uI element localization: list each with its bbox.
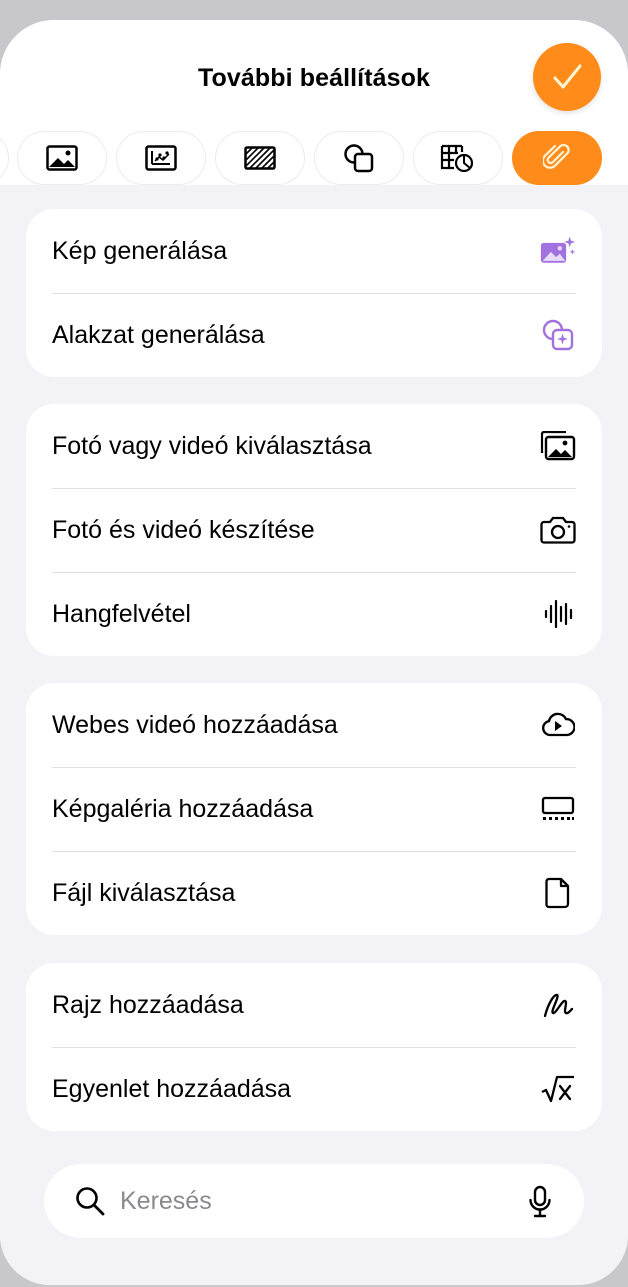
camera-icon xyxy=(540,512,576,548)
tab-table-chart[interactable] xyxy=(413,131,503,185)
scribble-icon xyxy=(540,987,576,1023)
tab-shapes[interactable] xyxy=(314,131,404,185)
search-area: Keresés xyxy=(0,1147,628,1285)
document-icon xyxy=(540,875,576,911)
square-root-icon xyxy=(540,1071,576,1107)
sheet-header: További beállítások xyxy=(0,20,628,185)
section-media: Fotó vagy videó kiválasztása Fotó és vid… xyxy=(26,404,602,656)
list-item-label: Egyenlet hozzáadása xyxy=(52,1074,292,1103)
tab-attachments[interactable] xyxy=(512,131,602,185)
list-item-label: Fotó vagy videó kiválasztása xyxy=(52,431,372,460)
list-item-label: Webes videó hozzáadása xyxy=(52,710,338,739)
tab-partial[interactable] xyxy=(0,131,9,185)
list-item-label: Alakzat generálása xyxy=(52,320,265,349)
list-item-image-gallery[interactable]: Képgaléria hozzáadása xyxy=(26,767,602,851)
section-ai: Kép generálása Alakzat generálása xyxy=(26,209,602,377)
cloud-play-icon xyxy=(540,707,576,743)
search-input[interactable]: Keresés xyxy=(120,1187,212,1216)
search-field[interactable]: Keresés xyxy=(44,1164,584,1238)
tab-photo[interactable] xyxy=(17,131,107,185)
options-sheet: További beállítások Kép generálása Alakz… xyxy=(0,20,628,1285)
waveform-icon xyxy=(540,596,576,632)
category-tabs xyxy=(0,131,628,185)
microphone-icon[interactable] xyxy=(528,1185,552,1219)
list-item-label: Fájl kiválasztása xyxy=(52,878,236,907)
list-item-label: Kép generálása xyxy=(52,236,228,265)
photo-icon xyxy=(46,145,78,171)
table-chart-icon xyxy=(440,144,474,172)
section-draw: Rajz hozzáadása Egyenlet hozzáadása xyxy=(26,963,602,1131)
list-item-label: Hangfelvétel xyxy=(52,599,191,628)
tab-chart[interactable] xyxy=(116,131,206,185)
list-item-generate-shape[interactable]: Alakzat generálása xyxy=(26,293,602,377)
list-item-label: Képgaléria hozzáadása xyxy=(52,794,314,823)
paperclip-icon xyxy=(543,144,570,169)
list-item-take-photo[interactable]: Fotó és videó készítése xyxy=(26,488,602,572)
texture-icon xyxy=(244,146,276,170)
shapes-icon xyxy=(344,144,374,173)
photo-library-icon xyxy=(540,428,576,464)
section-web: Webes videó hozzáadása Képgaléria hozzáa… xyxy=(26,683,602,935)
list-item-add-equation[interactable]: Egyenlet hozzáadása xyxy=(26,1047,602,1131)
list-item-generate-image[interactable]: Kép generálása xyxy=(26,209,602,293)
checkmark-icon xyxy=(553,64,582,89)
shape-sparkle-icon xyxy=(540,317,576,353)
list-item-web-video[interactable]: Webes videó hozzáadása xyxy=(26,683,602,767)
list-item-add-drawing[interactable]: Rajz hozzáadása xyxy=(26,963,602,1047)
list-item-label: Fotó és videó készítése xyxy=(52,515,315,544)
list-item-voice-recording[interactable]: Hangfelvétel xyxy=(26,572,602,656)
image-sparkle-icon xyxy=(540,233,576,269)
done-button[interactable] xyxy=(533,43,601,111)
gallery-icon xyxy=(540,791,576,827)
list-item-choose-file[interactable]: Fájl kiválasztása xyxy=(26,851,602,935)
list-item-label: Rajz hozzáadása xyxy=(52,990,244,1019)
search-icon xyxy=(76,1187,105,1216)
chart-icon xyxy=(145,145,177,171)
list-item-choose-photo[interactable]: Fotó vagy videó kiválasztása xyxy=(26,404,602,488)
tab-texture[interactable] xyxy=(215,131,305,185)
